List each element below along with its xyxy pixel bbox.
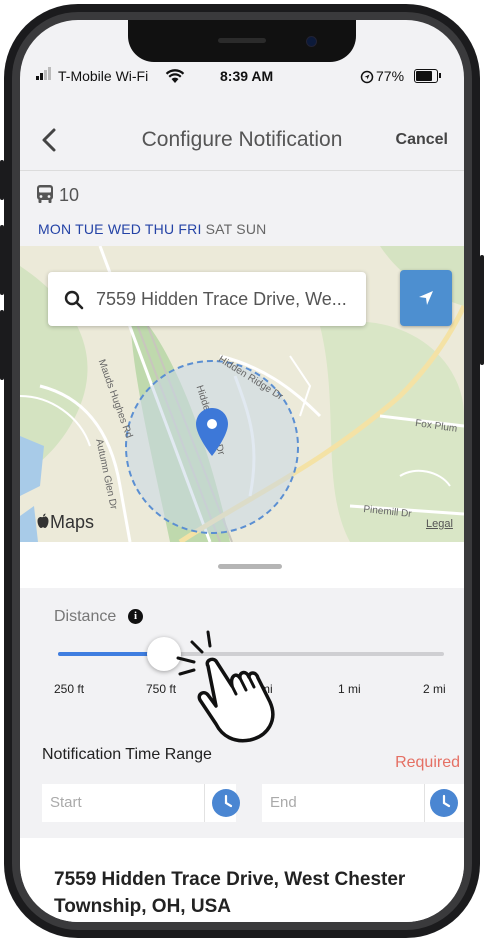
day-sat: SAT: [205, 221, 233, 237]
navigation-arrow-icon: [419, 291, 433, 305]
end-clock-icon[interactable]: [430, 789, 458, 817]
bottom-sheet-header[interactable]: [20, 542, 464, 588]
mute-switch: [0, 160, 4, 200]
bus-icon: [37, 185, 53, 203]
legal-link[interactable]: Legal: [426, 518, 453, 530]
signal-icon: [36, 66, 58, 86]
apple-maps-logo: Maps: [36, 512, 94, 533]
status-bar: T-Mobile Wi-Fi 8:39 AM 77%: [20, 66, 464, 90]
clock-icon: [224, 794, 233, 808]
address-section: 7559 Hidden Trace Drive, West Chester To…: [20, 838, 464, 922]
route-info: 10: [36, 184, 79, 206]
start-time-field[interactable]: Start: [42, 784, 240, 822]
drag-handle[interactable]: [218, 564, 282, 569]
front-camera: [306, 36, 317, 47]
battery-percent: 77%: [376, 68, 405, 84]
power-button: [480, 255, 484, 365]
wifi-icon: [165, 69, 185, 83]
time-range-label: Notification Time Range: [42, 746, 212, 763]
day-tue: TUE: [75, 221, 104, 237]
tick-label: 1 mi: [338, 682, 361, 696]
tap-gesture-hand-icon: [176, 630, 275, 743]
notch: [128, 20, 356, 62]
current-location-button[interactable]: [400, 270, 452, 326]
map-view[interactable]: Mauds Hughes Rd Hidden Ridge Dr Hidden T…: [20, 246, 464, 542]
location-lock-icon: [360, 70, 374, 84]
field-divider: [424, 784, 425, 822]
service-days: MON TUE WED THU FRI SAT SUN: [38, 221, 266, 237]
day-thu: THU: [144, 221, 175, 237]
screen: T-Mobile Wi-Fi 8:39 AM 77% Configure Not…: [20, 20, 464, 922]
info-icon[interactable]: i: [128, 609, 143, 624]
day-wed: WED: [107, 221, 142, 237]
battery-icon: [414, 69, 441, 83]
search-icon: [64, 290, 84, 310]
day-mon: MON: [38, 221, 72, 237]
earpiece-speaker: [218, 38, 266, 43]
selected-address: 7559 Hidden Trace Drive, West Chester To…: [54, 869, 406, 917]
end-time-field[interactable]: End: [262, 784, 464, 822]
day-sun: SUN: [236, 221, 267, 237]
nav-header: Configure Notification Cancel: [20, 90, 464, 171]
tick-label: 250 ft: [54, 682, 85, 696]
maps-label: Maps: [50, 512, 95, 532]
start-time-input[interactable]: Start: [50, 794, 82, 811]
address-search-input[interactable]: 7559 Hidden Trace Drive, We...: [96, 289, 347, 310]
cancel-button[interactable]: Cancel: [396, 131, 448, 149]
distance-label: Distance: [54, 608, 117, 625]
location-pin-icon[interactable]: [194, 406, 230, 458]
carrier-label: T-Mobile Wi-Fi: [58, 68, 149, 84]
clock-icon: [442, 794, 451, 808]
end-time-input[interactable]: End: [270, 794, 297, 811]
address-search-bar[interactable]: 7559 Hidden Trace Drive, We...: [48, 272, 366, 326]
apple-logo-icon: [37, 513, 49, 528]
start-clock-icon[interactable]: [212, 789, 240, 817]
route-number: 10: [59, 185, 80, 205]
volume-down-button: [0, 310, 4, 380]
field-divider: [204, 784, 205, 822]
clock-time: 8:39 AM: [220, 68, 274, 84]
tick-label: 2 mi: [423, 682, 446, 696]
day-fri: FRI: [178, 221, 202, 237]
volume-up-button: [0, 225, 4, 295]
required-label: Required: [395, 754, 460, 771]
